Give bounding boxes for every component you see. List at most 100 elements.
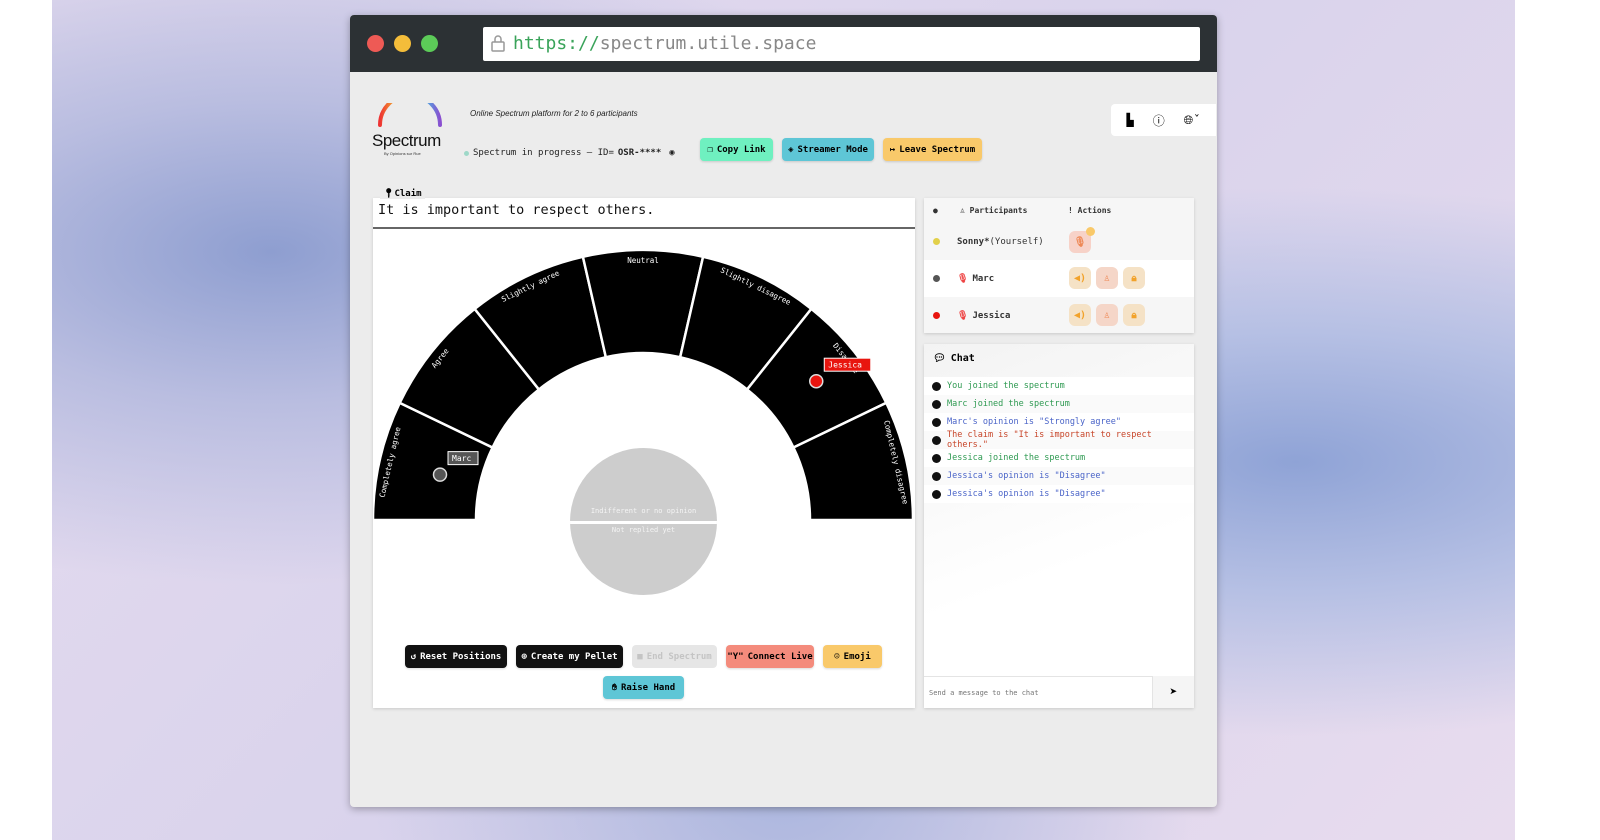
raise-hand-button[interactable]: ✋︎ Raise Hand <box>603 676 684 699</box>
pin-icon: 📍︎ <box>383 189 395 199</box>
send-button[interactable]: ➤ <box>1153 676 1194 708</box>
chat-message-text: The claim is "It is important to respect… <box>947 430 1152 450</box>
hand-icon: ✋︎ <box>611 682 617 693</box>
top-right-toolbar: ▙ ⓘ 🌐︎ˇ <box>1111 104 1216 136</box>
participant-color-dot <box>933 275 940 282</box>
not-replied-label: Not replied yet <box>611 526 676 534</box>
chat-message-text: Marc joined the spectrum <box>947 399 1070 409</box>
participant-row: Sonny* (Yourself) 🎙︎ <box>924 223 1194 260</box>
chat-message-text: Marc's opinion is "Strongly agree" <box>947 417 1121 427</box>
close-window-button[interactable] <box>367 35 384 52</box>
logo[interactable]: Spectrum By Opinions sur Rue <box>372 93 448 156</box>
browser-titlebar: https://spectrum.utile.space <box>350 15 1217 72</box>
clock-icon <box>932 399 941 409</box>
clock-icon <box>932 381 941 391</box>
kick-icon: ♙ <box>1103 309 1111 321</box>
end-spectrum-label: End Spectrum <box>646 651 712 662</box>
claim-text[interactable]: It is important to respect others. <box>373 198 915 229</box>
claim-label: 📍︎Claim <box>380 189 425 199</box>
streamer-mode-label: Streamer Mode <box>797 144 868 155</box>
pellet[interactable] <box>432 467 448 482</box>
lock-icon: 🔒︎ <box>1131 309 1137 321</box>
clock-icon <box>932 417 941 427</box>
lock-button[interactable]: 🔒︎ <box>1123 304 1145 326</box>
language-globe-icon[interactable]: 🌐︎ˇ <box>1184 113 1201 128</box>
clock-icon <box>932 471 941 481</box>
emoji-icon: ☺ <box>834 651 840 662</box>
chat-title: Chat <box>950 353 975 364</box>
lock-icon: 🔒︎ <box>1131 272 1137 284</box>
plus-circle-icon: ⊕ <box>521 651 527 662</box>
url-host: spectrum.utile.space <box>599 33 817 54</box>
clock-icon <box>932 435 941 445</box>
participant-row: 🎙︎ Marc ◀) ♙ 🔒︎ <box>924 260 1194 297</box>
antenna-icon: "Y" <box>727 651 744 662</box>
chat-message: You joined the spectrum <box>924 377 1194 395</box>
browser-window: https://spectrum.utile.space Spectrum By… <box>350 15 1217 807</box>
unmute-button[interactable]: ◀) <box>1069 304 1091 326</box>
create-pellet-button[interactable]: ⊕ Create my Pellet <box>516 645 623 668</box>
notification-dot <box>1086 227 1095 236</box>
pellet-name: Marc <box>452 454 471 463</box>
info-icon[interactable]: ⓘ <box>1153 112 1165 129</box>
logo-text: Spectrum <box>372 131 441 150</box>
minimize-window-button[interactable] <box>394 35 411 52</box>
chat-input[interactable] <box>924 677 1152 708</box>
actions-header-label: ! Actions <box>1068 206 1112 215</box>
participants-header: ● ♙ Participants ! Actions <box>924 198 1194 223</box>
participant-name: Jessica <box>972 310 1011 321</box>
indifferent-label: Indifferent or no opinion <box>590 507 697 515</box>
unmute-button[interactable]: ◀) <box>1069 267 1091 289</box>
streamer-mode-button[interactable]: ◈ Streamer Mode <box>782 138 874 161</box>
chat-message: Marc's opinion is "Strongly agree" <box>924 413 1194 431</box>
raise-hand-label: Raise Hand <box>620 682 676 693</box>
logo-byline: By Opinions sur Rue <box>384 151 421 156</box>
mic-off-icon: 🎙︎ <box>957 310 969 321</box>
kick-button[interactable]: ♙ <box>1096 304 1118 326</box>
leave-spectrum-button[interactable]: ↦ Leave Spectrum <box>883 138 982 161</box>
reset-positions-button[interactable]: ↺ Reset Positions <box>405 645 507 668</box>
hide-id-eye-icon[interactable]: ◉ <box>669 148 674 158</box>
leave-icon: ↦ <box>889 144 896 155</box>
create-pellet-label: Create my Pellet <box>530 651 618 662</box>
participants-panel: ● ♙ Participants ! Actions Sonny* (Yours… <box>924 198 1194 333</box>
tagline: Online Spectrum platform for 2 to 6 part… <box>470 109 638 118</box>
lock-icon <box>491 35 505 52</box>
reset-label: Reset Positions <box>420 651 502 662</box>
center-zone[interactable]: Indifferent or no opinion Not replied ye… <box>570 448 717 595</box>
document-icon[interactable]: ▙ <box>1126 113 1133 127</box>
status-text: Spectrum in progress — ID= <box>473 148 614 158</box>
kick-icon: ♙ <box>1103 272 1111 284</box>
rainbow-logo-icon <box>378 93 442 127</box>
participant-name: Marc <box>972 273 995 284</box>
chat-message: Marc joined the spectrum <box>924 395 1194 413</box>
chat-header: 💬︎ Chat <box>933 353 975 364</box>
url-scheme: https:// <box>513 33 600 54</box>
stop-icon: ■ <box>637 651 643 662</box>
send-paper-plane-icon: ➤ <box>1169 684 1178 700</box>
copy-link-label: Copy Link <box>716 144 766 155</box>
chat-message: Jessica's opinion is "Disagree" <box>924 467 1194 485</box>
maximize-window-button[interactable] <box>421 35 438 52</box>
pellet-name: Jessica <box>828 361 862 370</box>
kick-button[interactable]: ♙ <box>1096 267 1118 289</box>
emoji-button[interactable]: ☺ Emoji <box>823 645 882 668</box>
connect-live-button[interactable]: "Y" Connect Live <box>726 645 814 668</box>
person-icon: ♙ <box>960 206 970 215</box>
lock-button[interactable]: 🔒︎ <box>1123 267 1145 289</box>
end-spectrum-button[interactable]: ■ End Spectrum <box>632 645 717 668</box>
participant-suffix: (Yourself) <box>989 236 1044 247</box>
chat-message-text: Jessica's opinion is "Disagree" <box>947 489 1106 499</box>
speaker-icon: ◀) <box>1073 272 1087 284</box>
claim-label-text: Claim <box>394 189 422 199</box>
chat-message: The claim is "It is important to respect… <box>924 430 1194 450</box>
participants-title: Participants <box>969 206 1028 215</box>
chat-message-text: You joined the spectrum <box>947 381 1065 391</box>
copy-link-button[interactable]: ❐ Copy Link <box>700 138 773 161</box>
chat-message-text: Jessica joined the spectrum <box>947 453 1086 463</box>
pellet[interactable] <box>809 373 824 389</box>
status-line: Spectrum in progress — ID= OSR-**** ◉ <box>464 148 675 158</box>
chat-bubbles-icon: 💬︎ <box>933 353 946 364</box>
address-bar[interactable]: https://spectrum.utile.space <box>483 27 1200 61</box>
participant-color-dot <box>933 238 940 245</box>
